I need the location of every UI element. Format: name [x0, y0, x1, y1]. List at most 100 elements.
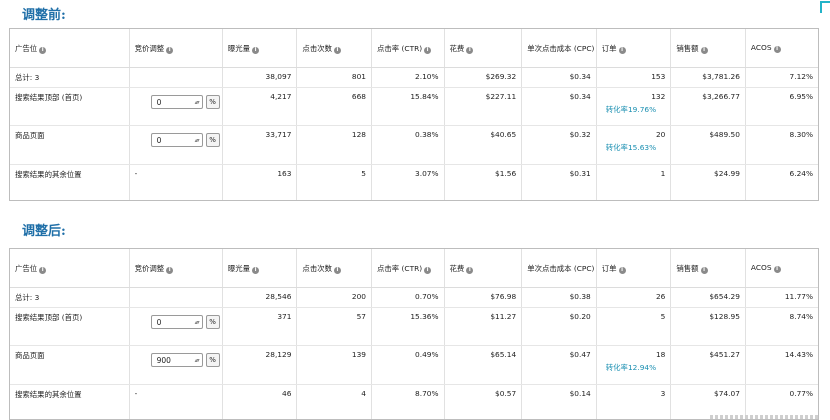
- orders-cell: 1: [596, 164, 672, 200]
- conversion-rate-note: 转化率19.76%: [605, 105, 657, 114]
- clicks-value: 57: [356, 312, 366, 321]
- acos-cell: 6.95%: [745, 87, 818, 126]
- placement-cell: 商品页面: [10, 345, 130, 385]
- orders-cell: 5: [596, 307, 672, 346]
- info-icon[interactable]: i: [424, 266, 432, 274]
- orders-cell: 3: [596, 384, 672, 419]
- column-header[interactable]: ACOS i: [745, 29, 818, 68]
- info-icon[interactable]: i: [773, 46, 781, 53]
- column-header[interactable]: 点击率 (CTR) i: [371, 29, 445, 68]
- table-row: 搜索结果的其余位置 - 46 4 8.70% $0.57 $0.14 3 $74.07 0.77%: [10, 384, 818, 420]
- column-header[interactable]: 竞价调整 i: [129, 249, 223, 288]
- info-icon[interactable]: i: [618, 46, 626, 54]
- column-header[interactable]: 销售额 i: [670, 29, 746, 68]
- bid-adjust-value: 900: [156, 355, 171, 365]
- spinner-arrows-icon[interactable]: ▴▾: [195, 319, 200, 326]
- spinner-arrows-icon[interactable]: ▴▾: [195, 137, 200, 144]
- spend-cell: $40.65: [444, 125, 523, 165]
- column-header-label: 竞价调整: [134, 263, 165, 273]
- bid-adjust-input[interactable]: 0 ▴▾: [150, 315, 203, 329]
- info-icon[interactable]: i: [166, 46, 174, 54]
- sales-cell: $451.27: [670, 345, 746, 385]
- column-header[interactable]: 销售额 i: [670, 249, 746, 288]
- spinner-arrows-icon[interactable]: ▴▾: [195, 99, 200, 106]
- column-header[interactable]: 曝光量 i: [222, 29, 298, 68]
- clicks-cell: 57: [296, 307, 372, 346]
- placement-value: 商品页面: [15, 131, 45, 140]
- bid-adjust-input[interactable]: 900 ▴▾: [150, 353, 203, 367]
- column-header[interactable]: 广告位 i: [10, 249, 130, 288]
- bid-adjust-value: 0: [156, 97, 162, 107]
- column-header[interactable]: 花费 i: [444, 29, 523, 68]
- cpc-value: $0.34: [569, 72, 591, 81]
- bid-adjust-control[interactable]: 0 ▴▾%: [150, 133, 220, 147]
- info-icon[interactable]: i: [334, 46, 341, 54]
- impr-value: 33,717: [265, 130, 292, 139]
- bid-adjust-input[interactable]: 0 ▴▾: [150, 95, 203, 109]
- column-header[interactable]: 花费 i: [444, 249, 523, 288]
- column-header-label: 订单: [601, 43, 617, 53]
- impr-cell: 46: [222, 384, 298, 419]
- sales-value: $451.27: [709, 350, 740, 359]
- bid-value: -: [134, 389, 138, 398]
- column-header[interactable]: 点击次数 i: [296, 249, 372, 288]
- bid-adjust-input[interactable]: 0 ▴▾: [150, 133, 203, 147]
- info-icon[interactable]: i: [466, 266, 474, 274]
- before-table: 广告位 i 竞价调整 i 曝光量 i 点击次数 i 点击率 (CTR) i 花费 i 单次点击成本 (C…: [9, 28, 819, 201]
- info-icon[interactable]: i: [39, 266, 47, 274]
- percent-unit-button[interactable]: %: [205, 353, 220, 367]
- sales-value: $489.50: [709, 130, 740, 139]
- column-header[interactable]: 订单 i: [596, 29, 672, 68]
- bid-cell: -: [129, 384, 223, 419]
- percent-unit-button[interactable]: %: [205, 315, 220, 329]
- bid-adjust-cell: 0 ▴▾%: [129, 125, 223, 165]
- info-icon[interactable]: i: [252, 46, 260, 54]
- column-header[interactable]: 订单 i: [596, 249, 672, 288]
- info-icon[interactable]: i: [252, 266, 260, 274]
- acos-value: 7.12%: [789, 72, 813, 81]
- column-header[interactable]: ACOS i: [745, 249, 818, 288]
- info-icon[interactable]: i: [700, 266, 708, 274]
- spend-cell: $65.14: [444, 345, 523, 385]
- column-header[interactable]: 广告位 i: [10, 29, 130, 68]
- ctr-value: 2.10%: [415, 72, 439, 81]
- info-icon[interactable]: i: [466, 46, 474, 54]
- acos-cell: 14.43%: [745, 345, 818, 385]
- ctr-cell: 15.84%: [371, 87, 445, 126]
- impr-value: 4,217: [270, 92, 292, 101]
- bid-adjust-control[interactable]: 0 ▴▾%: [150, 95, 220, 109]
- orders-value: 132: [651, 92, 666, 101]
- column-header[interactable]: 点击次数 i: [296, 29, 372, 68]
- spinner-arrows-icon[interactable]: ▴▾: [195, 357, 200, 364]
- info-icon[interactable]: i: [424, 46, 432, 54]
- column-header[interactable]: 单次点击成本 (CPC)i: [521, 249, 597, 288]
- column-header-label: 竞价调整: [134, 43, 165, 53]
- column-header[interactable]: 竞价调整 i: [129, 29, 223, 68]
- table-row: 搜索结果顶部 (首页) 0 ▴▾% 371 57 15.36% $11.27 $0.20 5 $1…: [10, 307, 818, 346]
- ctr-value: 15.84%: [410, 92, 439, 101]
- percent-unit-button[interactable]: %: [205, 95, 220, 109]
- column-header[interactable]: 单次点击成本 (CPC)i: [521, 29, 597, 68]
- bid-adjust-control[interactable]: 900 ▴▾%: [150, 353, 220, 367]
- spend-cell: $76.98: [444, 287, 523, 308]
- table-row: 商品页面 900 ▴▾% 28,129 139 0.49% $65.14 $0.47 18 转化率…: [10, 345, 818, 385]
- info-icon[interactable]: i: [700, 46, 708, 54]
- orders-cell: 20 转化率15.63%: [596, 125, 672, 165]
- impr-cell: 28,546: [222, 287, 298, 308]
- column-header[interactable]: 曝光量 i: [222, 249, 298, 288]
- conversion-rate-note: 转化率15.63%: [605, 143, 657, 152]
- ctr-value: 3.07%: [415, 169, 439, 178]
- after-title: 调整后:: [22, 224, 66, 239]
- info-icon[interactable]: i: [773, 266, 781, 273]
- acos-value: 8.30%: [789, 130, 813, 139]
- bid-adjust-value: 0: [156, 135, 162, 145]
- info-icon[interactable]: i: [39, 46, 47, 54]
- acos-cell: 0.77%: [745, 385, 818, 420]
- column-header[interactable]: 点击率 (CTR) i: [371, 249, 445, 288]
- bid-adjust-control[interactable]: 0 ▴▾%: [150, 315, 220, 329]
- info-icon[interactable]: i: [334, 266, 341, 274]
- percent-unit-button[interactable]: %: [205, 133, 220, 147]
- cpc-cell: $0.31: [521, 164, 597, 200]
- info-icon[interactable]: i: [166, 266, 174, 274]
- info-icon[interactable]: i: [618, 266, 626, 274]
